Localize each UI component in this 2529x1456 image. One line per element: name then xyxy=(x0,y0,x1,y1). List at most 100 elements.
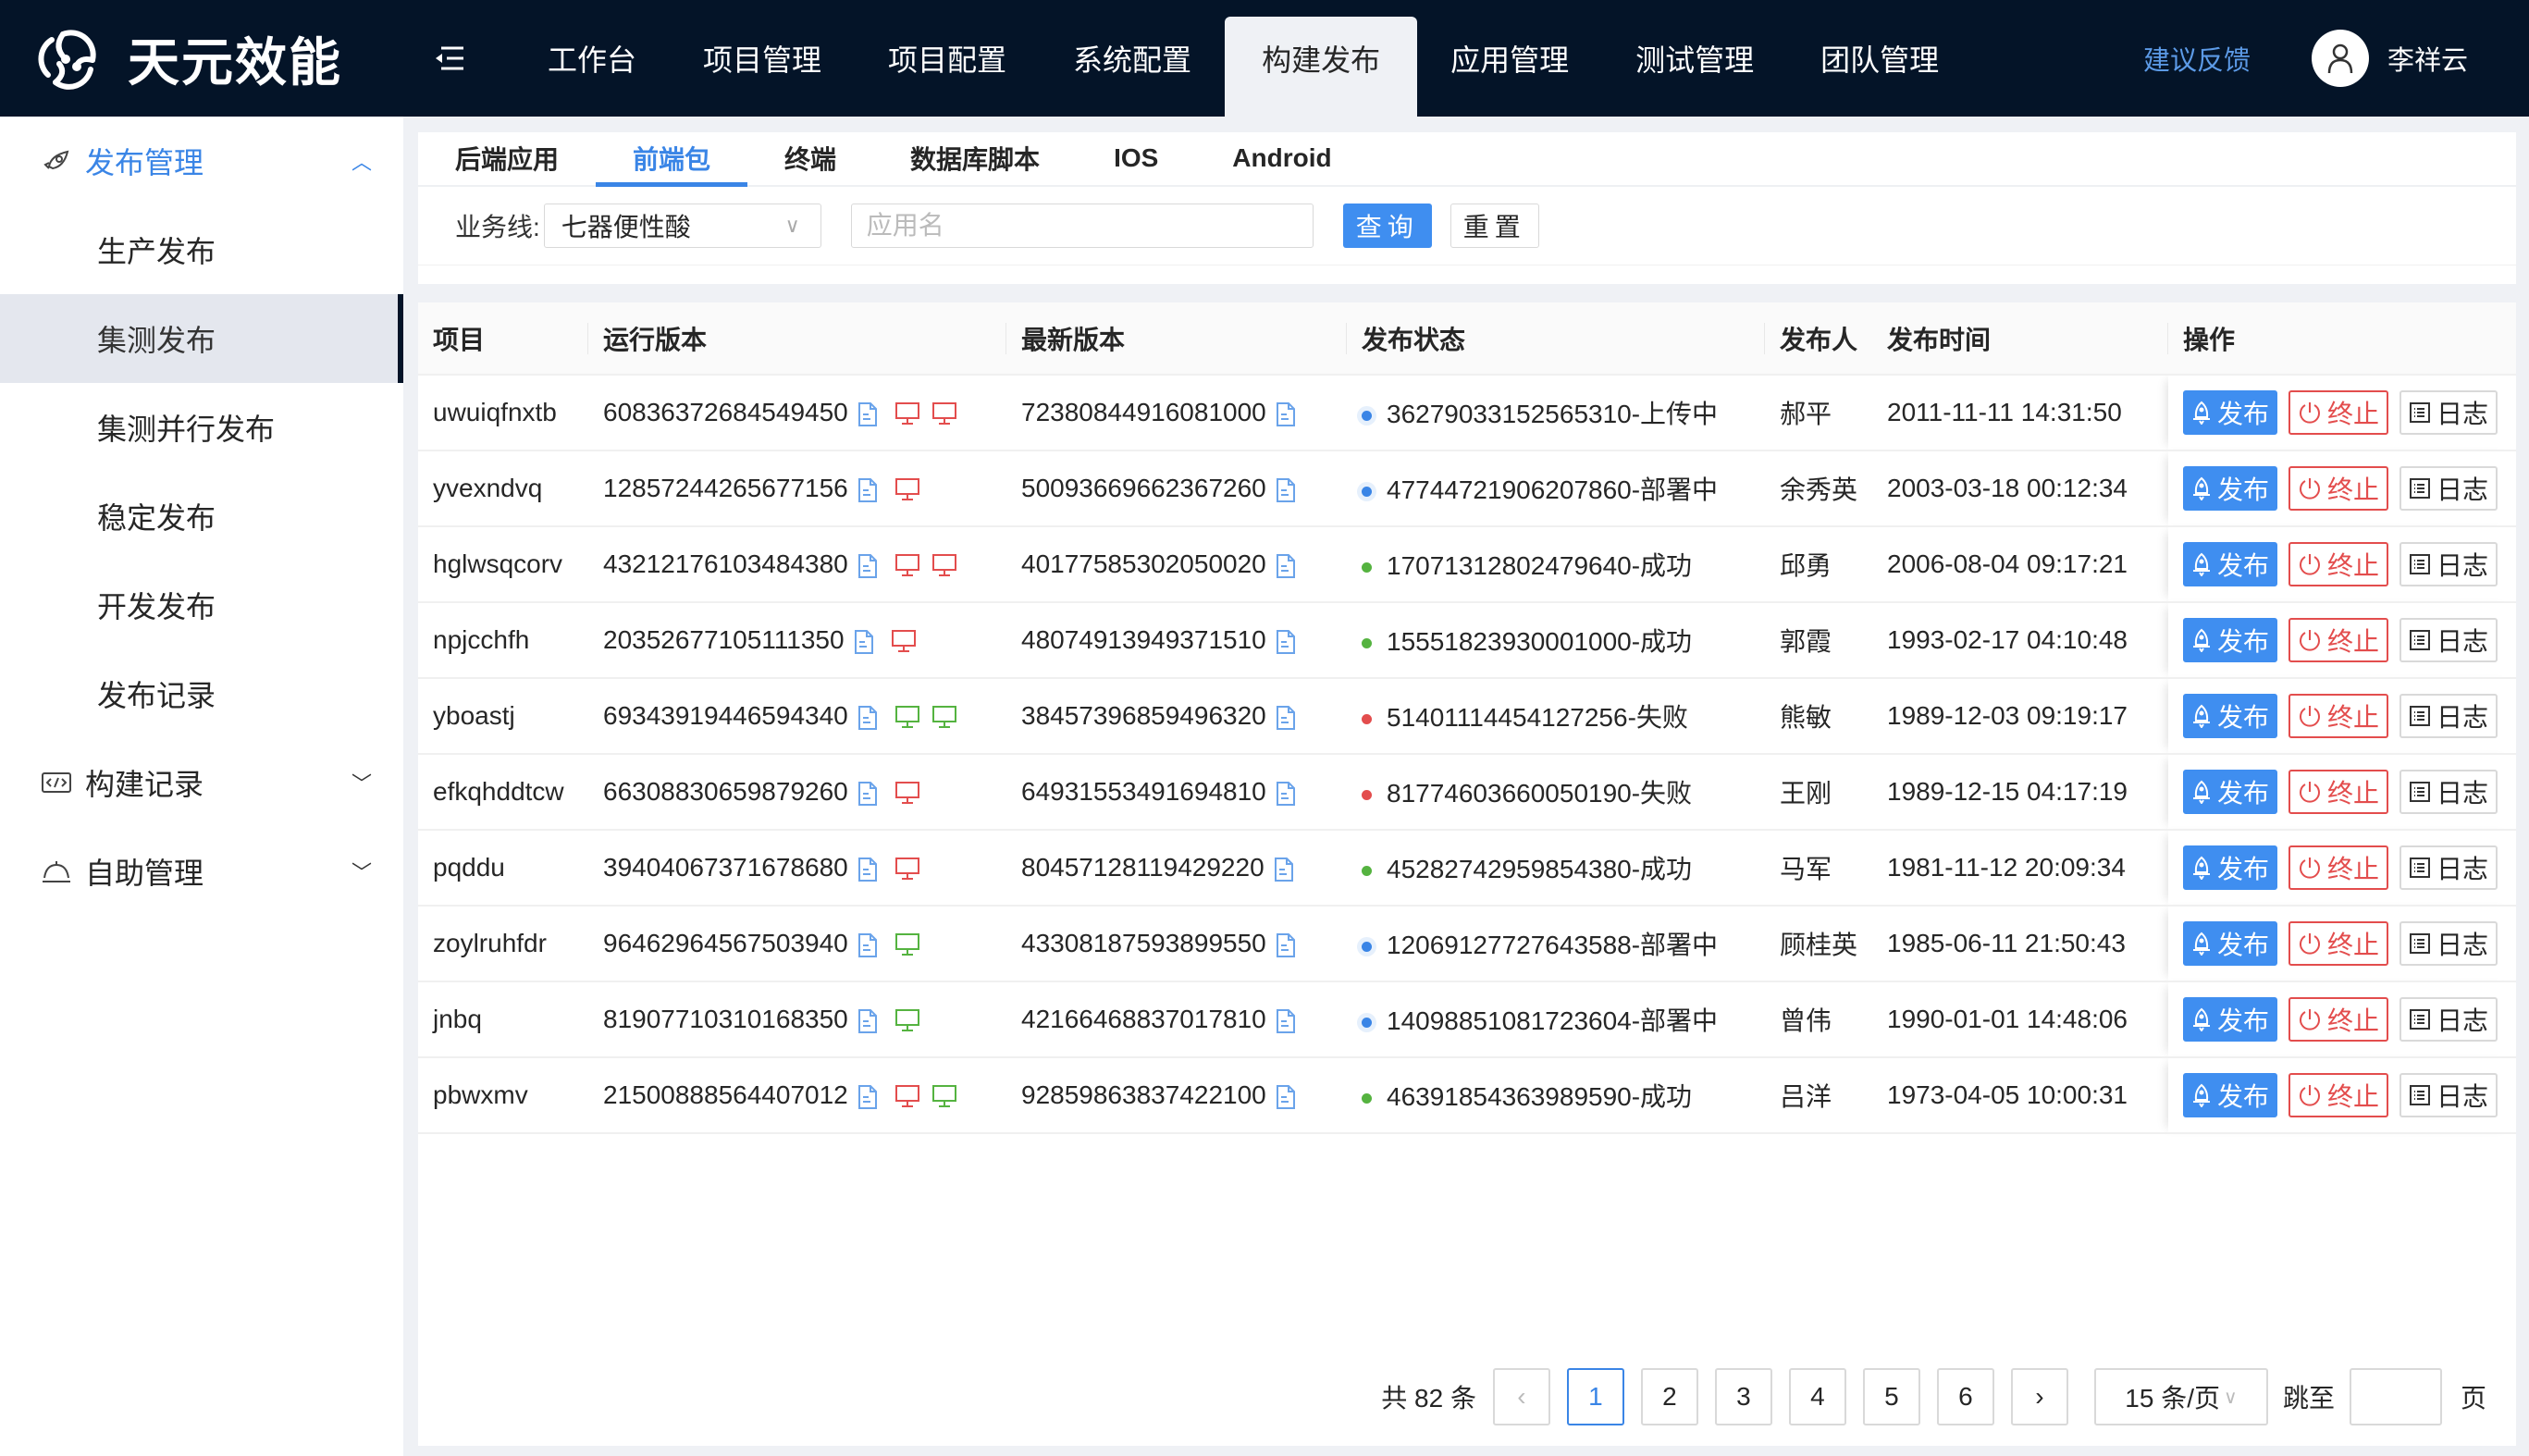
publish-button[interactable]: 发布 xyxy=(2183,997,2278,1042)
sidebar-item-4[interactable]: 开发发布 xyxy=(0,561,403,649)
nav-item-1[interactable]: 项目管理 xyxy=(670,0,855,117)
query-button[interactable]: 查询 xyxy=(1342,204,1432,248)
document-icon[interactable] xyxy=(857,1084,882,1110)
monitor-icon[interactable] xyxy=(894,1008,919,1034)
document-icon[interactable] xyxy=(857,1008,882,1034)
sidebar-item-5[interactable]: 发布记录 xyxy=(0,649,403,738)
log-button[interactable]: 日志 xyxy=(2399,390,2498,435)
document-icon[interactable] xyxy=(1276,1008,1300,1034)
page-button-2[interactable]: 2 xyxy=(1640,1368,1698,1425)
nav-item-2[interactable]: 项目配置 xyxy=(855,0,1040,117)
monitor-icon[interactable] xyxy=(931,705,956,731)
document-icon[interactable] xyxy=(857,857,882,882)
document-icon[interactable] xyxy=(1276,781,1300,807)
document-icon[interactable] xyxy=(1276,553,1300,579)
document-icon[interactable] xyxy=(857,705,882,731)
document-icon[interactable] xyxy=(857,477,882,503)
monitor-icon[interactable] xyxy=(894,857,919,882)
page-button-1[interactable]: 1 xyxy=(1566,1368,1624,1425)
monitor-icon[interactable] xyxy=(931,553,956,579)
publish-button[interactable]: 发布 xyxy=(2183,466,2278,511)
publish-button[interactable]: 发布 xyxy=(2183,845,2278,890)
username[interactable]: 李祥云 xyxy=(2387,39,2468,78)
nav-item-6[interactable]: 测试管理 xyxy=(1602,0,1787,117)
monitor-icon[interactable] xyxy=(894,1084,919,1110)
publish-button[interactable]: 发布 xyxy=(2183,618,2278,662)
document-icon[interactable] xyxy=(1274,857,1298,882)
menu-fold-icon[interactable] xyxy=(431,40,468,77)
stop-button[interactable]: 终止 xyxy=(2288,1073,2389,1117)
next-page-button[interactable]: › xyxy=(2010,1368,2068,1425)
document-icon[interactable] xyxy=(1276,932,1300,958)
monitor-icon[interactable] xyxy=(931,401,956,427)
stop-button[interactable]: 终止 xyxy=(2288,618,2389,662)
monitor-icon[interactable] xyxy=(894,401,919,427)
stop-button[interactable]: 终止 xyxy=(2288,542,2389,586)
sidebar-group-2[interactable]: 自助管理 ﹀ xyxy=(0,827,403,916)
page-button-3[interactable]: 3 xyxy=(1714,1368,1772,1425)
nav-item-3[interactable]: 系统配置 xyxy=(1040,0,1225,117)
page-button-4[interactable]: 4 xyxy=(1788,1368,1846,1425)
log-button[interactable]: 日志 xyxy=(2399,466,2498,511)
log-button[interactable]: 日志 xyxy=(2399,997,2498,1042)
document-icon[interactable] xyxy=(1276,629,1300,655)
document-icon[interactable] xyxy=(857,781,882,807)
log-button[interactable]: 日志 xyxy=(2399,694,2498,738)
nav-item-4[interactable]: 构建发布 xyxy=(1225,17,1418,117)
monitor-icon[interactable] xyxy=(894,705,919,731)
publish-button[interactable]: 发布 xyxy=(2183,921,2278,966)
document-icon[interactable] xyxy=(1276,477,1300,503)
publish-button[interactable]: 发布 xyxy=(2183,542,2278,586)
document-icon[interactable] xyxy=(857,401,882,427)
prev-page-button[interactable]: ‹ xyxy=(1492,1368,1550,1425)
app-name-input[interactable] xyxy=(850,204,1314,248)
tab-1[interactable]: 前端包 xyxy=(596,130,748,187)
stop-button[interactable]: 终止 xyxy=(2288,770,2389,814)
monitor-icon[interactable] xyxy=(891,629,916,655)
sidebar-group-0[interactable]: 发布管理 ︿ xyxy=(0,117,403,205)
nav-item-0[interactable]: 工作台 xyxy=(514,0,670,117)
monitor-icon[interactable] xyxy=(931,1084,956,1110)
log-button[interactable]: 日志 xyxy=(2399,770,2498,814)
monitor-icon[interactable] xyxy=(894,477,919,503)
stop-button[interactable]: 终止 xyxy=(2288,997,2389,1042)
avatar[interactable] xyxy=(2311,30,2369,87)
jump-page-input[interactable] xyxy=(2349,1368,2442,1425)
stop-button[interactable]: 终止 xyxy=(2288,466,2389,511)
log-button[interactable]: 日志 xyxy=(2399,618,2498,662)
document-icon[interactable] xyxy=(857,553,882,579)
page-size-select[interactable]: 15 条/页 ∨ xyxy=(2093,1368,2268,1425)
document-icon[interactable] xyxy=(1276,1084,1300,1110)
tab-3[interactable]: 数据库脚本 xyxy=(873,130,1077,185)
page-button-5[interactable]: 5 xyxy=(1862,1368,1920,1425)
publish-button[interactable]: 发布 xyxy=(2183,694,2278,738)
nav-item-5[interactable]: 应用管理 xyxy=(1417,0,1602,117)
sidebar-item-2[interactable]: 集测并行发布 xyxy=(0,383,403,472)
log-button[interactable]: 日志 xyxy=(2399,845,2498,890)
document-icon[interactable] xyxy=(1276,705,1300,731)
monitor-icon[interactable] xyxy=(894,553,919,579)
tab-4[interactable]: IOS xyxy=(1077,130,1195,185)
sidebar-item-3[interactable]: 稳定发布 xyxy=(0,472,403,561)
business-line-select[interactable]: 七器便性酸 ∨ xyxy=(543,204,821,248)
log-button[interactable]: 日志 xyxy=(2399,542,2498,586)
tab-0[interactable]: 后端应用 xyxy=(418,130,596,185)
sidebar-item-1[interactable]: 集测发布 xyxy=(0,294,403,383)
stop-button[interactable]: 终止 xyxy=(2288,845,2389,890)
document-icon[interactable] xyxy=(1276,401,1300,427)
nav-item-7[interactable]: 团队管理 xyxy=(1787,0,1972,117)
feedback-link[interactable]: 建议反馈 xyxy=(2143,39,2251,78)
stop-button[interactable]: 终止 xyxy=(2288,694,2389,738)
tab-5[interactable]: Android xyxy=(1195,130,1368,185)
sidebar-item-0[interactable]: 生产发布 xyxy=(0,205,403,294)
log-button[interactable]: 日志 xyxy=(2399,1073,2498,1117)
log-button[interactable]: 日志 xyxy=(2399,921,2498,966)
tab-2[interactable]: 终端 xyxy=(747,130,873,185)
publish-button[interactable]: 发布 xyxy=(2183,1073,2278,1117)
reset-button[interactable]: 重置 xyxy=(1450,204,1539,248)
monitor-icon[interactable] xyxy=(894,932,919,958)
publish-button[interactable]: 发布 xyxy=(2183,770,2278,814)
document-icon[interactable] xyxy=(857,932,882,958)
sidebar-group-1[interactable]: 构建记录 ﹀ xyxy=(0,738,403,827)
stop-button[interactable]: 终止 xyxy=(2288,921,2389,966)
